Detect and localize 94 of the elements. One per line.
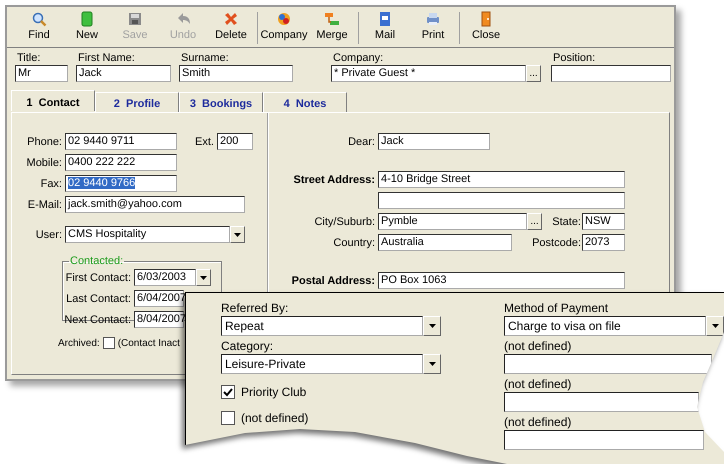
text-field[interactable]: PO Box 1063	[378, 272, 625, 289]
tab[interactable]: 4 Notes	[263, 92, 347, 112]
caret-icon	[428, 324, 436, 328]
toolbar-icon	[223, 11, 239, 27]
field-label: (not defined)	[504, 415, 572, 430]
field-label: Country:	[332, 236, 376, 248]
field-label: (not defined)	[504, 339, 572, 354]
text-field[interactable]	[504, 430, 704, 450]
field-label: Title:	[16, 52, 42, 64]
toolbar-icon	[425, 11, 441, 27]
field-label: Street Address:	[292, 174, 376, 186]
text-field[interactable]: 4-10 Bridge Street	[378, 171, 625, 188]
field-label: City/Suburb:	[313, 216, 376, 228]
field-label: Next Contact:	[63, 314, 132, 326]
dropdown-button[interactable]	[423, 354, 441, 374]
field-label: Position:	[552, 52, 596, 64]
field-label: Postal Address:	[290, 274, 376, 286]
field-label: First Name:	[77, 52, 136, 64]
select-field[interactable]: Repeat	[221, 316, 423, 336]
text-field[interactable]	[551, 65, 671, 82]
field-label: Referred By:	[221, 301, 290, 316]
field-label: User:	[34, 228, 63, 240]
group-title: Contacted:	[69, 255, 124, 267]
caret-icon	[428, 362, 436, 366]
text-field[interactable]: 02 9440 9766	[65, 175, 177, 192]
field-label: Archived:	[58, 338, 100, 348]
caret-icon	[234, 232, 241, 236]
lookup-button[interactable]: ...	[526, 65, 541, 82]
caret-icon	[200, 276, 207, 280]
dropdown-button[interactable]	[423, 316, 441, 336]
select-field[interactable]: Leisure-Private	[221, 354, 423, 374]
field-label: Method of Payment	[504, 301, 610, 316]
field-label: (not defined)	[504, 377, 572, 392]
field-label: Last Contact:	[65, 292, 132, 304]
toolbar-icon	[377, 11, 393, 27]
text-field[interactable]: Smith	[179, 65, 293, 82]
tab[interactable]: 3 Bookings	[179, 92, 263, 112]
checkbox-label: (not defined)	[241, 411, 308, 425]
text-field[interactable]: 200	[216, 133, 253, 150]
toolbar-button[interactable]: Mail	[361, 9, 409, 47]
date-dropdown[interactable]: 6/03/2003	[134, 269, 196, 286]
toolbar-icon	[127, 11, 143, 27]
toolbar-icon	[79, 11, 95, 27]
text-field[interactable]: 02 9440 9711	[65, 133, 177, 150]
lookup-field[interactable]: Pymble	[378, 213, 527, 230]
text-field[interactable]: 0400 222 222	[65, 154, 177, 171]
tab[interactable]: 1 Contact	[11, 90, 95, 111]
toolbar-icon	[276, 11, 292, 27]
lookup-button[interactable]: ...	[527, 213, 542, 230]
field-label: First Contact:	[64, 272, 132, 284]
toolbar-button[interactable]: Company	[260, 9, 308, 47]
toolbar-button[interactable]: Find	[15, 9, 63, 47]
lookup-field[interactable]: * Private Guest *	[331, 65, 526, 82]
toolbar-button[interactable]: Print	[409, 9, 457, 47]
text-field[interactable]: jack.smith@yahoo.com	[65, 196, 245, 213]
field-label: Company:	[332, 52, 384, 64]
text-field[interactable]	[504, 354, 712, 374]
field-label: Dear:	[347, 136, 376, 148]
select-field[interactable]: Charge to visa on file	[504, 316, 706, 336]
text-field[interactable]: 2073	[582, 234, 625, 251]
toolbar-icon	[31, 11, 47, 27]
field-label: Fax:	[40, 178, 63, 190]
checkbox[interactable]	[102, 337, 115, 349]
toolbar-button[interactable]: Merge	[308, 9, 356, 47]
text-field[interactable]	[504, 392, 699, 412]
text-field[interactable]: Jack	[76, 65, 171, 82]
field-label: State:	[551, 216, 582, 228]
field-label: Category:	[221, 339, 274, 354]
user-dropdown[interactable]: CMS Hospitality	[65, 226, 230, 243]
toolbar-button[interactable]: New	[63, 9, 111, 47]
text-field[interactable]: Mr	[15, 65, 68, 82]
checkbox[interactable]	[221, 411, 235, 425]
field-label: Postcode:	[531, 236, 582, 248]
text-field[interactable]: NSW	[582, 213, 625, 230]
date-field[interactable]: 6/04/2007	[134, 290, 184, 307]
checkbox-label: Priority Club	[241, 385, 306, 399]
dropdown-button[interactable]	[230, 226, 245, 243]
toolbar-button[interactable]: Delete	[207, 9, 255, 47]
field-label: Mobile:	[26, 156, 63, 168]
dropdown-button[interactable]	[706, 316, 724, 336]
tab[interactable]: 2 Profile	[95, 92, 179, 112]
field-label: Phone:	[26, 136, 63, 148]
caret-icon	[712, 324, 718, 328]
toolbar-icon	[324, 11, 340, 27]
field-label: E-Mail:	[26, 198, 63, 210]
text-field[interactable]: Australia	[378, 234, 512, 251]
field-label: Ext.	[195, 136, 215, 148]
checkbox[interactable]	[221, 385, 235, 399]
checkbox-label: (Contact Inact	[118, 338, 180, 348]
text-field[interactable]: Jack	[378, 133, 490, 150]
field-label: Surname:	[180, 52, 230, 64]
text-field[interactable]	[378, 192, 625, 209]
toolbar-button[interactable]: Close	[462, 9, 510, 47]
dropdown-button[interactable]	[196, 269, 211, 286]
